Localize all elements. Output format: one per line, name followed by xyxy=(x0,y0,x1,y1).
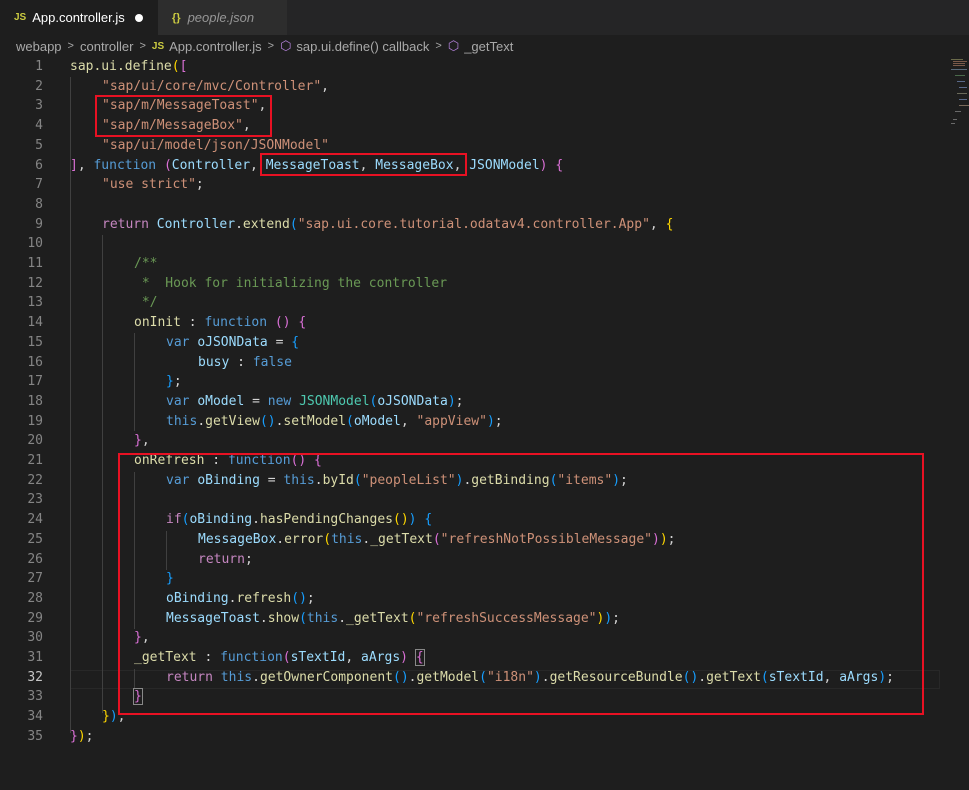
line-number: 29 xyxy=(27,610,43,626)
chevron-right-icon: > xyxy=(139,40,146,52)
line-number: 13 xyxy=(27,295,43,311)
breadcrumb-controller[interactable]: controller xyxy=(80,39,133,54)
line-number: 24 xyxy=(27,512,43,528)
symbol-method-cube-icon: ⬡ xyxy=(447,38,460,53)
tab-label: App.controller.js xyxy=(32,10,125,25)
line-number: 26 xyxy=(27,551,43,567)
chevron-right-icon: > xyxy=(267,40,275,52)
line-number: 31 xyxy=(27,650,43,665)
indent-guide xyxy=(70,77,71,733)
json-file-icon: {} xyxy=(172,11,181,24)
line-number: 14 xyxy=(27,315,43,331)
symbol-method-cube-icon: ⬡ xyxy=(280,38,292,53)
line-number: 30 xyxy=(27,630,43,646)
line-number: 12 xyxy=(27,275,43,291)
line-number: 34 xyxy=(27,709,43,725)
line-number: 9 xyxy=(35,216,43,232)
line-number: 22 xyxy=(27,472,43,488)
minimap[interactable] xyxy=(945,57,969,137)
line-number: 35 xyxy=(27,728,43,744)
line-number: 5 xyxy=(35,137,43,153)
line-number: 11 xyxy=(27,256,43,271)
line-number: 3 xyxy=(35,98,43,114)
line-number: 15 xyxy=(27,334,43,350)
line-number: 19 xyxy=(27,413,43,429)
indent-guide xyxy=(102,235,103,713)
indent-guide xyxy=(134,333,135,431)
line-number: 20 xyxy=(27,433,43,449)
line-number-current: 32 xyxy=(27,669,43,685)
chevron-right-icon: > xyxy=(435,40,442,52)
breadcrumb: webapp > controller > JS App.controller.… xyxy=(0,35,969,57)
line-number: 33 xyxy=(27,689,43,705)
line-number: 21 xyxy=(27,453,43,468)
breadcrumb-define-callback[interactable]: sap.ui.define() callback xyxy=(296,39,429,54)
line-number: 4 xyxy=(35,118,43,134)
annotation-box-parameters xyxy=(260,153,467,176)
line-number: 8 xyxy=(35,196,43,212)
editor-tab-bar: JS App.controller.js {} people.json xyxy=(0,0,969,35)
line-number: 7 xyxy=(35,177,43,193)
tab-people-json[interactable]: {} people.json xyxy=(158,0,288,35)
line-number: 10 xyxy=(27,236,43,252)
line-number: 16 xyxy=(27,354,43,370)
code-editor[interactable]: 1 2 3 4 5 6 7 8 9 10 11 12 13 14 15 16 1… xyxy=(0,57,969,790)
breadcrumb-gettext[interactable]: _getText xyxy=(464,39,513,54)
line-number: 6 xyxy=(35,157,43,173)
line-number: 27 xyxy=(27,571,43,587)
line-number: 18 xyxy=(27,393,43,409)
line-number: 2 xyxy=(35,78,43,94)
annotation-box-functions xyxy=(118,453,924,715)
chevron-right-icon: > xyxy=(67,40,74,52)
javascript-file-icon: JS xyxy=(151,40,165,52)
tab-app-controller-js[interactable]: JS App.controller.js xyxy=(0,0,158,35)
line-number: 25 xyxy=(27,531,43,547)
line-number: 28 xyxy=(27,590,43,606)
unsaved-changes-dot-icon[interactable] xyxy=(134,13,143,22)
line-number: 1 xyxy=(35,59,43,74)
breadcrumb-webapp[interactable]: webapp xyxy=(16,39,62,54)
javascript-file-icon: JS xyxy=(14,12,27,23)
tab-label: people.json xyxy=(187,10,255,25)
line-number: 23 xyxy=(27,492,43,508)
line-number: 17 xyxy=(27,374,43,390)
breadcrumb-file[interactable]: App.controller.js xyxy=(169,39,262,54)
annotation-box-imports xyxy=(95,95,272,137)
